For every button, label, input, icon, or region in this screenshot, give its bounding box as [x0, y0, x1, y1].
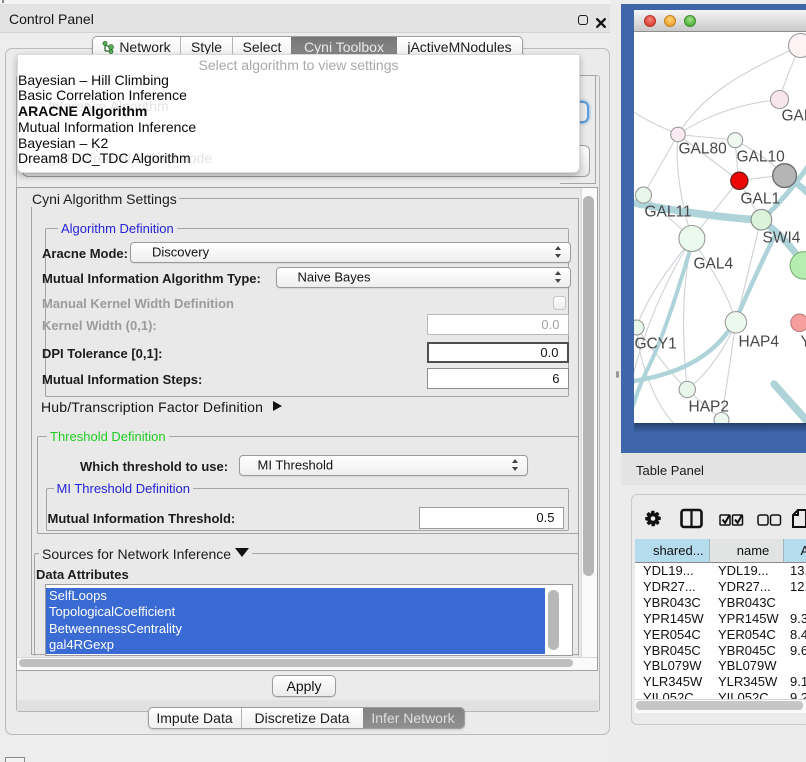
svg-text:GAL1: GAL1 — [740, 190, 780, 207]
svg-text:GAL: GAL — [781, 107, 806, 124]
svg-text:GAL10: GAL10 — [736, 148, 785, 165]
svg-text:GAL4: GAL4 — [693, 255, 733, 272]
svg-text:GCY1: GCY1 — [634, 335, 676, 352]
svg-text:GAL80: GAL80 — [678, 140, 727, 157]
svg-text:HAP2: HAP2 — [688, 398, 729, 415]
svg-text:HAP4: HAP4 — [738, 333, 779, 350]
svg-text:Y: Y — [800, 333, 806, 350]
svg-text:GAL11: GAL11 — [644, 203, 691, 220]
svg-text:SWI4: SWI4 — [762, 229, 800, 246]
